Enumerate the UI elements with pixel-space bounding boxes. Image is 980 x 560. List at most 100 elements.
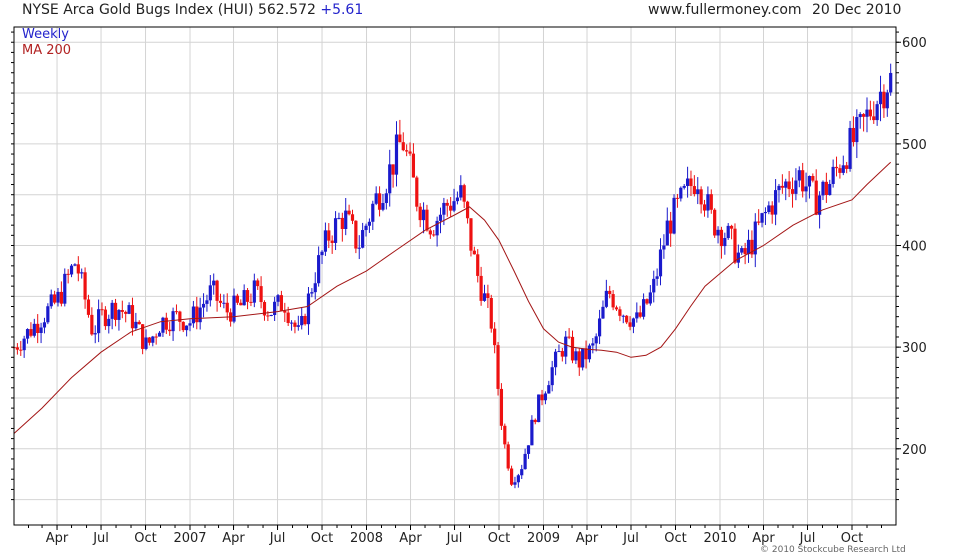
weekly-bar-body [252, 280, 256, 303]
weekly-bar-body [198, 307, 202, 323]
weekly-bar-body [601, 306, 605, 319]
weekly-bar-body [42, 322, 47, 328]
weekly-bar-body [540, 394, 544, 401]
weekly-bar-body [303, 315, 307, 325]
weekly-bar-body [235, 295, 240, 303]
weekly-bar-body [350, 214, 355, 221]
weekly-bar-body [669, 220, 673, 234]
weekly-bar-body [608, 290, 612, 295]
weekly-bar-body [276, 295, 280, 302]
weekly-bar-body [154, 336, 158, 338]
weekly-bar-body [259, 286, 263, 303]
weekly-bar-body [550, 367, 554, 386]
weekly-bar-body [533, 419, 537, 423]
weekly-bar-body [648, 292, 652, 304]
weekly-bar-body [591, 343, 595, 346]
weekly-bar-body [49, 294, 53, 307]
weekly-bar-body [537, 394, 541, 423]
weekly-bar-body [66, 273, 70, 275]
weekly-bar-body [53, 294, 57, 303]
weekly-bar-body [310, 292, 314, 294]
weekly-bar-body [489, 297, 493, 329]
weekly-bar-body [208, 285, 212, 301]
weekly-bar-body [821, 181, 825, 196]
weekly-bar-body [723, 238, 727, 247]
weekly-bar-body [763, 212, 768, 214]
x-tick-label: Jul [446, 531, 463, 546]
weekly-bar-body [889, 72, 893, 93]
y-axis: 200 300 400 500 600 [11, 31, 927, 501]
weekly-bar-body [428, 230, 432, 235]
weekly-bar-body [398, 134, 402, 143]
weekly-bar-body [201, 303, 206, 308]
weekly-bar-body [696, 189, 700, 195]
x-tick-label: Apr [576, 531, 599, 546]
weekly-bar-body [746, 239, 751, 255]
weekly-bar-body [733, 228, 737, 263]
weekly-bar-body [361, 230, 365, 248]
weekly-bar-body [564, 336, 568, 357]
weekly-bar-body [344, 210, 348, 229]
weekly-bar-body [15, 347, 19, 350]
weekly-bar-body [665, 220, 669, 246]
weekly-bar-body [364, 225, 368, 231]
weekly-bar-body [658, 249, 663, 277]
weekly-bar-body [577, 351, 581, 368]
weekly-bar-body [19, 349, 23, 351]
weekly-bar-body [509, 468, 514, 485]
weekly-bar-body [134, 321, 138, 329]
weekly-bar-body [381, 203, 385, 210]
weekly-bar-body [560, 351, 564, 357]
weekly-bar-body [716, 229, 720, 236]
weekly-bar-body [801, 170, 805, 192]
weekly-bar-body [675, 197, 680, 199]
weekly-bar-body [767, 205, 771, 213]
weekly-bar-body [736, 252, 740, 263]
weekly-bar-body [215, 280, 219, 301]
x-tick-label: Apr [222, 531, 245, 546]
x-tick-label: 2010 [703, 531, 736, 546]
weekly-bar-body [506, 444, 510, 469]
y-tick-label: 400 [902, 240, 927, 255]
weekly-bar-body [289, 322, 294, 324]
weekly-bar-body [804, 186, 808, 192]
weekly-bar-body [625, 315, 629, 323]
weekly-bar-body [743, 248, 747, 255]
weekly-bar-body [845, 165, 849, 169]
weekly-bar-body [841, 165, 845, 173]
weekly-bar-body [469, 218, 473, 251]
weekly-bar-body [69, 265, 74, 275]
weekly-bar-body [388, 164, 392, 194]
weekly-bar-body [113, 302, 118, 320]
price-bars [12, 63, 893, 489]
weekly-bar-body [581, 348, 585, 368]
weekly-bar-body [682, 185, 686, 188]
weekly-bar-body [516, 475, 520, 483]
weekly-bar-body [530, 419, 534, 446]
weekly-bar-body [300, 315, 304, 326]
weekly-bar-body [875, 104, 879, 121]
weekly-bar-body [685, 178, 690, 186]
x-tick-label: Jul [622, 531, 639, 546]
y-tick-label: 300 [902, 341, 927, 356]
weekly-bar-body [838, 168, 842, 173]
weekly-bar-body [882, 91, 886, 109]
x-tick-label: Jul [799, 531, 816, 546]
weekly-bar-body [110, 302, 114, 319]
weekly-bar-body [462, 185, 466, 202]
weekly-bar-body [384, 193, 388, 204]
weekly-bar-body [811, 175, 815, 181]
weekly-bar-body [425, 209, 429, 231]
weekly-bar-body [269, 315, 273, 317]
weekly-bar-body [195, 306, 199, 323]
weekly-bar-body [459, 185, 463, 198]
weekly-bar-body [699, 189, 703, 205]
weekly-bar-body [86, 299, 91, 315]
weekly-bar-body [496, 345, 500, 389]
weekly-bar-body [22, 338, 26, 351]
weekly-bar-body [330, 240, 334, 243]
weekly-bar-body [283, 310, 287, 313]
weekly-bar-body [205, 300, 209, 304]
weekly-bar-body [371, 203, 375, 222]
weekly-bar-body [729, 225, 734, 229]
